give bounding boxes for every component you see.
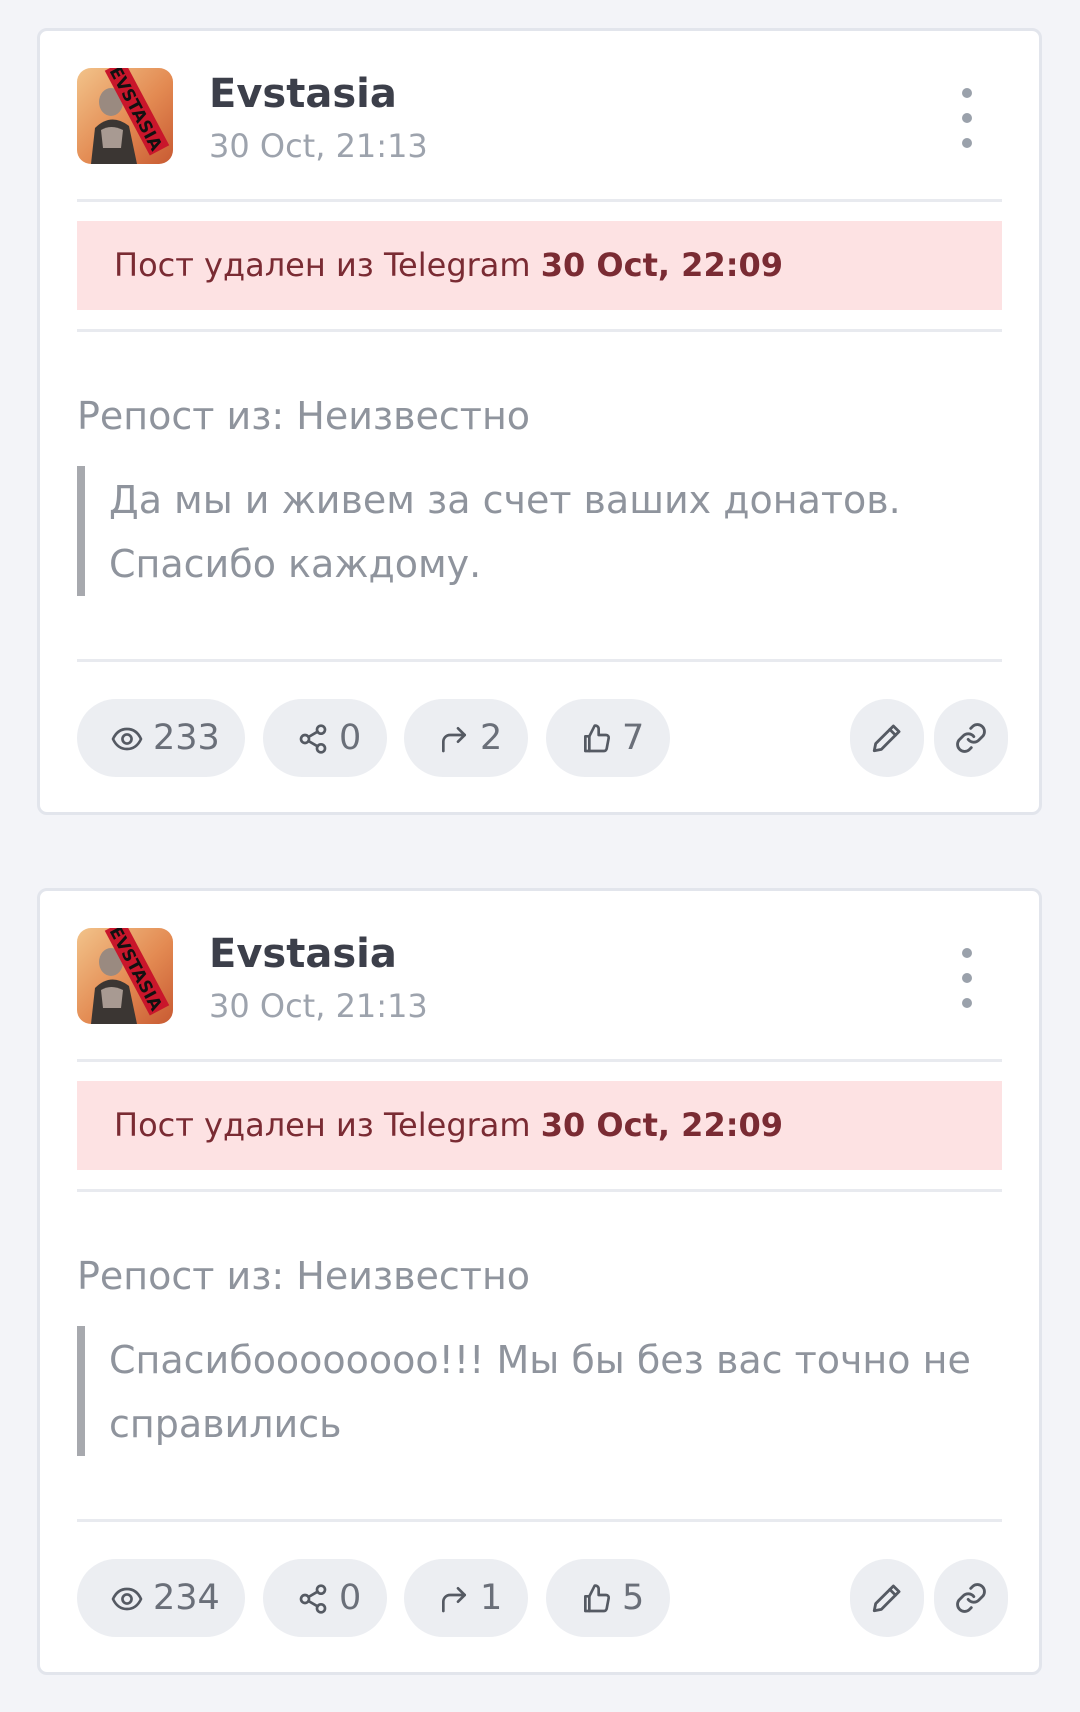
post-date: 30 Oct, 21:13 — [209, 127, 428, 165]
author-name[interactable]: Evstasia — [209, 68, 397, 120]
divider — [77, 1189, 1002, 1192]
likes-button[interactable]: 5 — [546, 1559, 670, 1637]
pencil-icon — [872, 724, 901, 753]
divider — [77, 329, 1002, 332]
post-card: EVSTASIA Evstasia 30 Oct, 21:13 Пост уда… — [37, 28, 1042, 815]
views-count: 233 — [153, 718, 220, 758]
eye-icon — [111, 1587, 143, 1611]
shares-count: 0 — [339, 1578, 362, 1618]
repost-source-label: Репост из: Неизвестно — [77, 1254, 531, 1298]
thumbs-up-icon — [584, 1584, 610, 1613]
likes-count: 5 — [622, 1578, 645, 1618]
link-icon — [956, 723, 986, 753]
forward-arrow-icon — [442, 727, 466, 753]
author-name[interactable]: Evstasia — [209, 928, 397, 980]
post-header: EVSTASIA Evstasia 30 Oct, 21:13 — [77, 68, 1002, 168]
thumbs-up-icon — [584, 724, 610, 753]
post-card: EVSTASIA Evstasia 30 Oct, 21:13 Пост уда… — [37, 888, 1042, 1675]
deleted-banner: Пост удален из Telegram 30 Oct, 22:09 — [77, 1081, 1002, 1170]
reposts-count: 1 — [480, 1578, 503, 1618]
share-nodes-icon — [299, 724, 327, 754]
shares-count: 0 — [339, 718, 362, 758]
repost-source-label: Репост из: Неизвестно — [77, 394, 531, 438]
deleted-banner: Пост удален из Telegram 30 Oct, 22:09 — [77, 221, 1002, 310]
deleted-banner-text: Пост удален из Telegram — [114, 1106, 531, 1144]
forward-arrow-icon — [442, 1587, 466, 1613]
divider — [77, 199, 1002, 202]
kebab-menu-icon[interactable] — [947, 946, 987, 1010]
post-quote: Спасибоооооооо!!! Мы бы без вас точно не… — [77, 1326, 977, 1456]
edit-button[interactable] — [850, 699, 924, 777]
views-counter: 234 — [77, 1559, 245, 1637]
share-nodes-icon — [299, 1584, 327, 1614]
divider — [77, 659, 1002, 662]
deleted-banner-text: Пост удален из Telegram — [114, 246, 531, 284]
post-date: 30 Oct, 21:13 — [209, 987, 428, 1025]
edit-button[interactable] — [850, 1559, 924, 1637]
kebab-menu-icon[interactable] — [947, 86, 987, 150]
copy-link-button[interactable] — [934, 699, 1008, 777]
reposts-button[interactable]: 1 — [404, 1559, 528, 1637]
post-quote: Да мы и живем за счет ваших донатов. Спа… — [77, 466, 977, 596]
likes-count: 7 — [622, 718, 645, 758]
shares-button[interactable]: 0 — [263, 1559, 387, 1637]
avatar[interactable]: EVSTASIA — [77, 928, 173, 1024]
avatar[interactable]: EVSTASIA — [77, 68, 173, 164]
reposts-button[interactable]: 2 — [404, 699, 528, 777]
deleted-banner-date: 30 Oct, 22:09 — [540, 246, 784, 284]
link-icon — [956, 1583, 986, 1613]
post-header: EVSTASIA Evstasia 30 Oct, 21:13 — [77, 928, 1002, 1028]
views-count: 234 — [153, 1578, 220, 1618]
reposts-count: 2 — [480, 718, 503, 758]
shares-button[interactable]: 0 — [263, 699, 387, 777]
eye-icon — [111, 727, 143, 751]
divider — [77, 1519, 1002, 1522]
divider — [77, 1059, 1002, 1062]
likes-button[interactable]: 7 — [546, 699, 670, 777]
pencil-icon — [872, 1584, 901, 1613]
copy-link-button[interactable] — [934, 1559, 1008, 1637]
views-counter: 233 — [77, 699, 245, 777]
deleted-banner-date: 30 Oct, 22:09 — [540, 1106, 784, 1144]
